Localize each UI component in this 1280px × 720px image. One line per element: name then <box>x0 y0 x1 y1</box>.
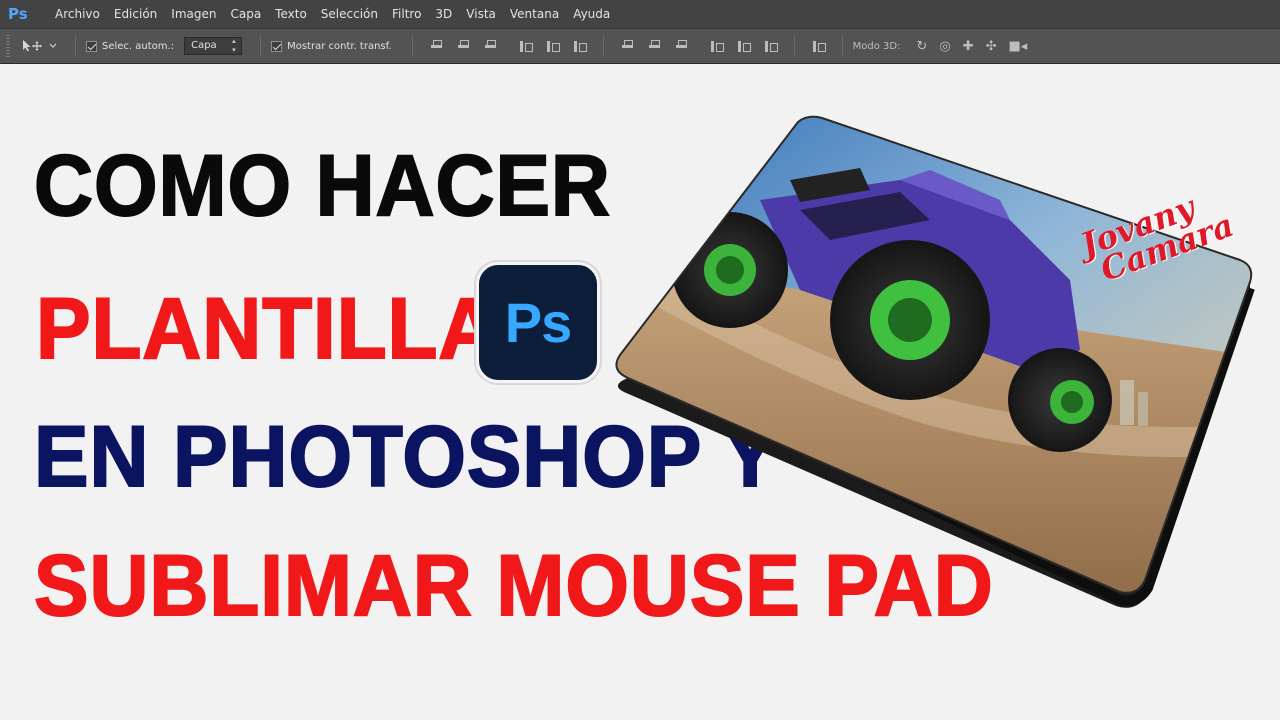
menu-ventana[interactable]: Ventana <box>503 0 566 29</box>
photoshop-logo: Ps <box>8 5 28 23</box>
separator <box>841 35 843 57</box>
distribute-buttons <box>614 39 784 53</box>
auto-select-dropdown[interactable]: Capa <box>184 37 243 55</box>
drag-3d-icon[interactable]: ✚ <box>963 39 974 54</box>
distribute-bottom-icon[interactable] <box>675 39 688 53</box>
menu-3d[interactable]: 3D <box>428 0 459 29</box>
camera-3d-icon[interactable]: ■◂ <box>1009 39 1028 54</box>
distribute-horizontal-centers-icon[interactable] <box>737 40 751 53</box>
headline-line-2: PLANTILLA <box>35 280 499 378</box>
separator <box>75 35 76 57</box>
separator <box>260 35 262 57</box>
align-horizontal-centers-icon[interactable] <box>546 40 560 53</box>
rotate-3d-icon[interactable]: ↻ <box>916 39 927 54</box>
menu-ayuda[interactable]: Ayuda <box>566 0 617 29</box>
distribute-right-icon[interactable] <box>764 40 778 53</box>
mode-3d-label: Modo 3D: <box>852 40 901 52</box>
photoshop-badge-icon: Ps <box>476 262 600 383</box>
distribute-vertical-centers-icon[interactable] <box>648 39 661 53</box>
show-transform-checkbox[interactable] <box>271 40 283 52</box>
auto-align-layers-icon[interactable] <box>812 40 826 53</box>
distribute-left-icon[interactable] <box>710 40 724 53</box>
photoshop-badge-text: Ps <box>504 291 572 354</box>
align-buttons <box>423 39 593 53</box>
align-left-edges-icon[interactable] <box>519 40 533 53</box>
roll-3d-icon[interactable]: ◎ <box>939 39 950 54</box>
separator <box>793 35 795 57</box>
slide-3d-icon[interactable]: ✣ <box>986 39 997 54</box>
options-bar: Selec. autom.: Capa Mostrar contr. trans… <box>0 29 1280 64</box>
toolbar-grip[interactable] <box>6 35 10 57</box>
chevron-down-icon <box>49 43 57 48</box>
menu-imagen[interactable]: Imagen <box>164 0 223 29</box>
menu-filtro[interactable]: Filtro <box>385 0 428 29</box>
menu-edicion[interactable]: Edición <box>107 0 164 29</box>
menu-vista[interactable]: Vista <box>459 0 503 29</box>
show-transform-label: Mostrar contr. transf. <box>287 40 392 52</box>
mouse-pad-image: Jovany Camara <box>600 110 1280 610</box>
move-tool-preset-button[interactable] <box>20 39 57 53</box>
menu-texto[interactable]: Texto <box>268 0 314 29</box>
auto-select-checkbox[interactable] <box>86 40 97 52</box>
align-top-edges-icon[interactable] <box>430 39 443 53</box>
align-vertical-centers-icon[interactable] <box>457 39 470 53</box>
move-icon <box>23 40 42 52</box>
separator <box>411 35 413 57</box>
headline-line-1: COMO HACER <box>33 137 611 235</box>
menu-seleccion[interactable]: Selección <box>314 0 385 29</box>
auto-select-label: Selec. autom.: <box>102 40 175 52</box>
distribute-top-icon[interactable] <box>621 39 634 53</box>
align-right-edges-icon[interactable] <box>573 40 587 53</box>
menu-archivo[interactable]: Archivo <box>48 0 107 29</box>
separator <box>602 35 604 57</box>
menu-bar: Ps Archivo Edición Imagen Capa Texto Sel… <box>0 0 1280 29</box>
align-bottom-edges-icon[interactable] <box>484 39 497 53</box>
menu-capa[interactable]: Capa <box>223 0 268 29</box>
mouse-pad-illustration <box>615 115 1255 608</box>
